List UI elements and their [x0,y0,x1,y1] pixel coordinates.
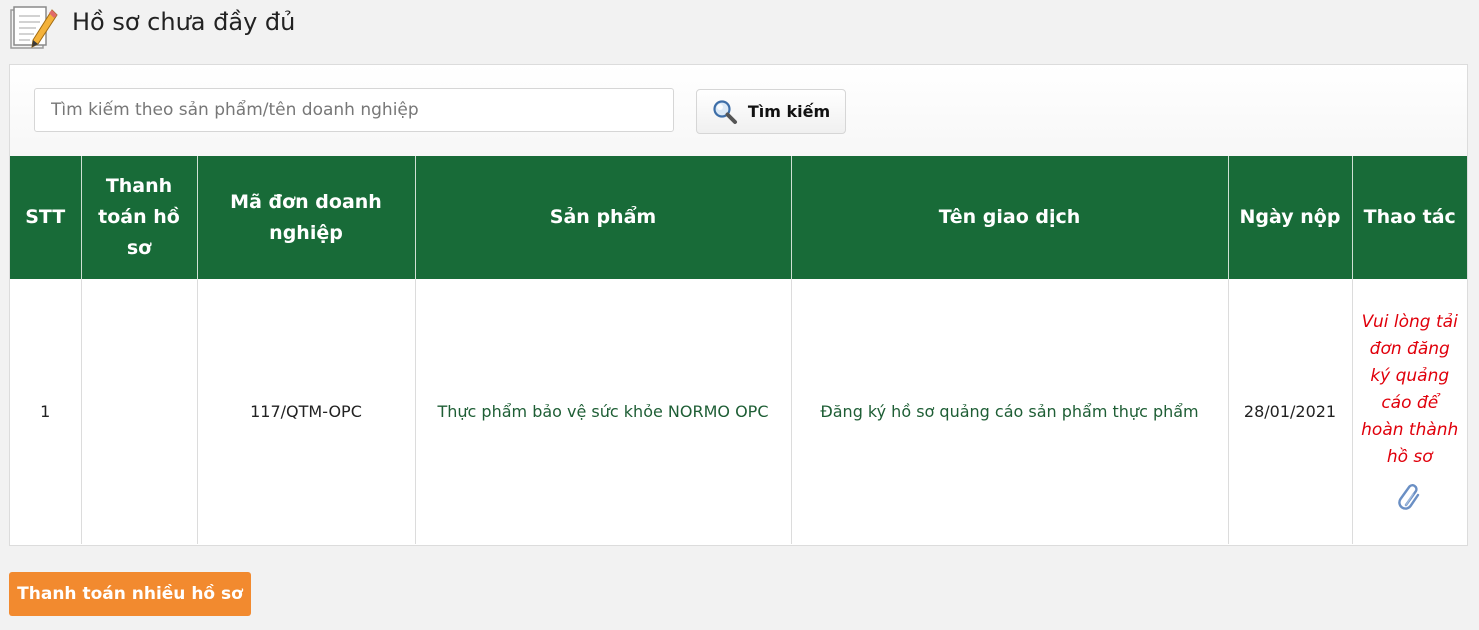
magnifier-icon [713,99,737,124]
column-header-transaction[interactable]: Tên giao dịch [791,156,1229,279]
table-header-row: STT Thanh toán hồ sơ Mã đơn doanh nghiệp… [10,156,1467,279]
action-note: Vui lòng tải đơn đăng ký quảng cáo để ho… [1361,311,1459,467]
cell-payment [81,279,198,544]
paperclip-icon[interactable] [1397,483,1423,511]
column-header-date[interactable]: Ngày nộp [1228,156,1353,279]
page-title: Hồ sơ chưa đầy đủ [72,8,296,36]
search-input[interactable] [34,88,674,132]
cell-stt: 1 [10,279,82,544]
cell-product[interactable]: Thực phẩm bảo vệ sức khỏe NORMO OPC [415,279,792,544]
cell-date: 28/01/2021 [1228,279,1353,544]
search-button[interactable]: Tìm kiếm [696,89,846,134]
cell-transaction[interactable]: Đăng ký hồ sơ quảng cáo sản phẩm thực ph… [791,279,1229,544]
column-header-stt[interactable]: STT [10,156,82,279]
page: Hồ sơ chưa đầy đủ Tìm kiếm theo sản phẩm… [0,0,1479,630]
page-header: Hồ sơ chưa đầy đủ [8,4,295,52]
search-button-label: Tìm kiếm [747,102,831,121]
records-panel: Tìm kiếm STT Thanh toán hồ sơ Mã đơn doa… [9,64,1468,546]
column-header-product[interactable]: Sản phẩm [415,156,792,279]
table-row: 1 117/QTM-OPC Thực phẩm bảo vệ sức khỏe … [10,279,1467,544]
cell-code: 117/QTM-OPC [197,279,416,544]
document-edit-icon [10,6,58,49]
search-bar: Tìm kiếm [10,65,1467,156]
pay-many-button[interactable]: Thanh toán nhiều hồ sơ [9,572,251,616]
column-header-action[interactable]: Thao tác [1352,156,1467,279]
column-header-code[interactable]: Mã đơn doanh nghiệp [197,156,416,279]
column-header-payment[interactable]: Thanh toán hồ sơ [81,156,198,279]
records-table: STT Thanh toán hồ sơ Mã đơn doanh nghiệp… [10,156,1467,544]
cell-action: Vui lòng tải đơn đăng ký quảng cáo để ho… [1352,279,1467,544]
